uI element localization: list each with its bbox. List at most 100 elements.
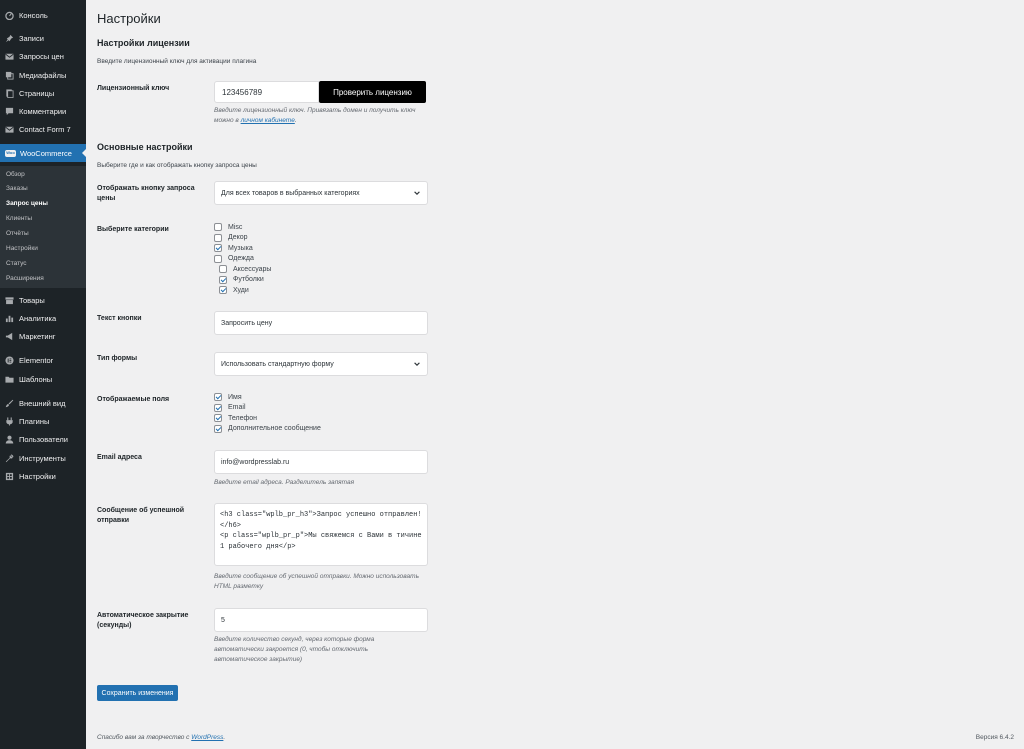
license-help-end: . [294,117,297,124]
sidebar-item-16[interactable]: Пользователи [0,430,86,448]
sidebar-item-7[interactable]: Contact Form 7 [0,120,86,138]
sidebar-item-label: Инструменты [19,453,66,463]
sidebar-item-12[interactable]: Elementor [0,351,86,369]
field-option-2: Email [214,403,414,414]
sidebar-item-label: Contact Form 7 [19,124,71,134]
page-title: Настройки [97,11,161,26]
sidebar-item-label: Консоль [19,10,48,20]
success-message-label: Сообщение об успешной отправки [97,507,185,524]
elementor-icon-svg [5,355,14,365]
elementor-icon [5,355,14,365]
sidebar-item-13[interactable]: Шаблоны [0,370,86,388]
display-button-label: Отображать кнопку запроса цены [97,185,195,202]
category-option-label: Аксессуары [233,265,272,273]
field-option-label: Телефон [228,414,258,422]
sidebar-item-4[interactable]: Медиафайлы [0,66,86,84]
email-label: Email адреса [97,454,142,461]
sidebar-item-6[interactable]: Комментарии [0,102,86,120]
form-type-value: Использовать стандартную форму [221,360,334,368]
sidebar-item-label: Аналитика [19,313,57,323]
submenu-item-3[interactable]: Запрос цены [6,200,48,207]
category-checkbox[interactable] [214,233,222,242]
sidebar-item-label: Записи [19,33,44,43]
category-checkbox[interactable] [214,244,222,253]
pin-icon [5,34,14,43]
mail-icon [5,52,14,61]
field-checkbox[interactable] [214,393,222,402]
sidebar-item-1[interactable]: Консоль [0,6,86,24]
display-button-select[interactable]: Для всех товаров в выбранных категориях [214,181,428,205]
sidebar-item-14[interactable]: Внешний вид [0,394,86,412]
submenu-item-6[interactable]: Настройки [6,245,38,252]
account-link[interactable]: личном кабинете [241,117,295,124]
submenu-item-8[interactable]: Расширения [6,275,44,282]
button-text-label: Текст кнопки [97,315,142,322]
field-option-label: Имя [228,393,242,401]
sidebar-item-label: Маркетинг [19,331,56,341]
sidebar-item-17[interactable]: Инструменты [0,449,86,467]
sidebar-item-11[interactable]: Маркетинг [0,327,86,345]
button-text-input[interactable]: Запросить цену [214,311,428,335]
save-changes-button[interactable]: Сохранить изменения [97,685,178,701]
categories-label: Выберите категории [97,226,169,233]
pages-icon-svg [6,88,14,98]
success-help: Введите сообщение об успешной отправки. … [214,572,444,592]
autoclose-help: Введите количество секунд, через которые… [214,635,444,665]
check-license-button[interactable]: Проверить лицензию [319,81,426,103]
sidebar-item-15[interactable]: Плагины [0,412,86,430]
sidebar-item-2[interactable]: Записи [0,29,86,47]
sidebar-item-18[interactable]: Настройки [0,467,86,485]
category-checkbox[interactable] [214,223,222,232]
brush-icon-svg [5,399,14,407]
sidebar-item-label: Комментарии [19,106,67,116]
sidebar-item-5[interactable]: Страницы [0,84,86,102]
submenu-item-7[interactable]: Статус [6,260,27,267]
settings-icon [5,472,14,481]
sidebar-item-9[interactable]: Товары [0,291,86,309]
field-checkbox[interactable] [214,424,222,433]
form-type-select[interactable]: Использовать стандартную форму [214,352,428,376]
main-content: Настройки Настройки лицензии Введите лиц… [97,0,1024,749]
settings-icon-svg [5,472,14,480]
category-option-5: Аксессуары [214,264,414,275]
submenu-item-2[interactable]: Заказы [6,185,28,192]
license-key-input[interactable]: 123456789 [214,81,319,103]
submenu-item-5[interactable]: Отчёты [6,230,29,237]
pin-icon-svg [5,34,14,42]
category-checkbox[interactable] [214,254,222,263]
wordpress-link[interactable]: WordPress [191,734,223,741]
chevron-down-icon [414,362,420,366]
submenu-item-1[interactable]: Обзор [6,171,25,178]
sidebar-item-label: Elementor [19,355,54,365]
autoclose-input[interactable]: 5 [214,608,428,632]
products-icon-svg [5,296,14,304]
success-help-text: Введите сообщение об успешной отправки. … [214,573,419,580]
autoclose-help-text-3: автоматическое закрытие) [214,656,303,663]
success-help-text-2: HTML разметку [214,583,264,590]
license-help-text: Введите лицензионный ключ. Привязать дом… [214,107,416,114]
sidebar-item-8[interactable]: Woo WooCommerce [0,144,86,162]
field-option-3: Телефон [214,413,414,424]
media-icon-svg [5,71,14,80]
email-input[interactable]: info@wordpresslab.ru [214,450,428,474]
category-checkbox[interactable] [219,275,227,284]
category-checkbox[interactable] [219,286,227,295]
success-message-textarea[interactable]: <h3 class="wplb_pr_h3">Запрос успешно от… [214,503,428,566]
display-button-value: Для всех товаров в выбранных категориях [221,189,360,197]
sidebar-item-label: Настройки [19,471,56,481]
category-checkbox[interactable] [219,265,227,274]
version-text: Версия 6.4.2 [975,734,1014,741]
sidebar-item-10[interactable]: Аналитика [0,309,86,327]
category-option-1: Misc [214,222,414,233]
comment-icon-svg [5,107,14,115]
category-option-4: Одежда [214,254,414,265]
dashboard-icon-svg [5,11,14,20]
submenu-item-4[interactable]: Клиенты [6,215,32,222]
chart-icon-svg [5,315,14,322]
woocommerce-submenu: Обзор Заказы Запрос цены Клиенты Отчёты Настр… [0,166,86,288]
woo-badge: Woo [5,149,16,157]
sidebar-item-3[interactable]: Запросы цен [0,47,86,65]
field-checkbox[interactable] [214,414,222,423]
email-help: Введите email адреса. Разделитель запята… [214,479,355,486]
field-checkbox[interactable] [214,403,222,412]
